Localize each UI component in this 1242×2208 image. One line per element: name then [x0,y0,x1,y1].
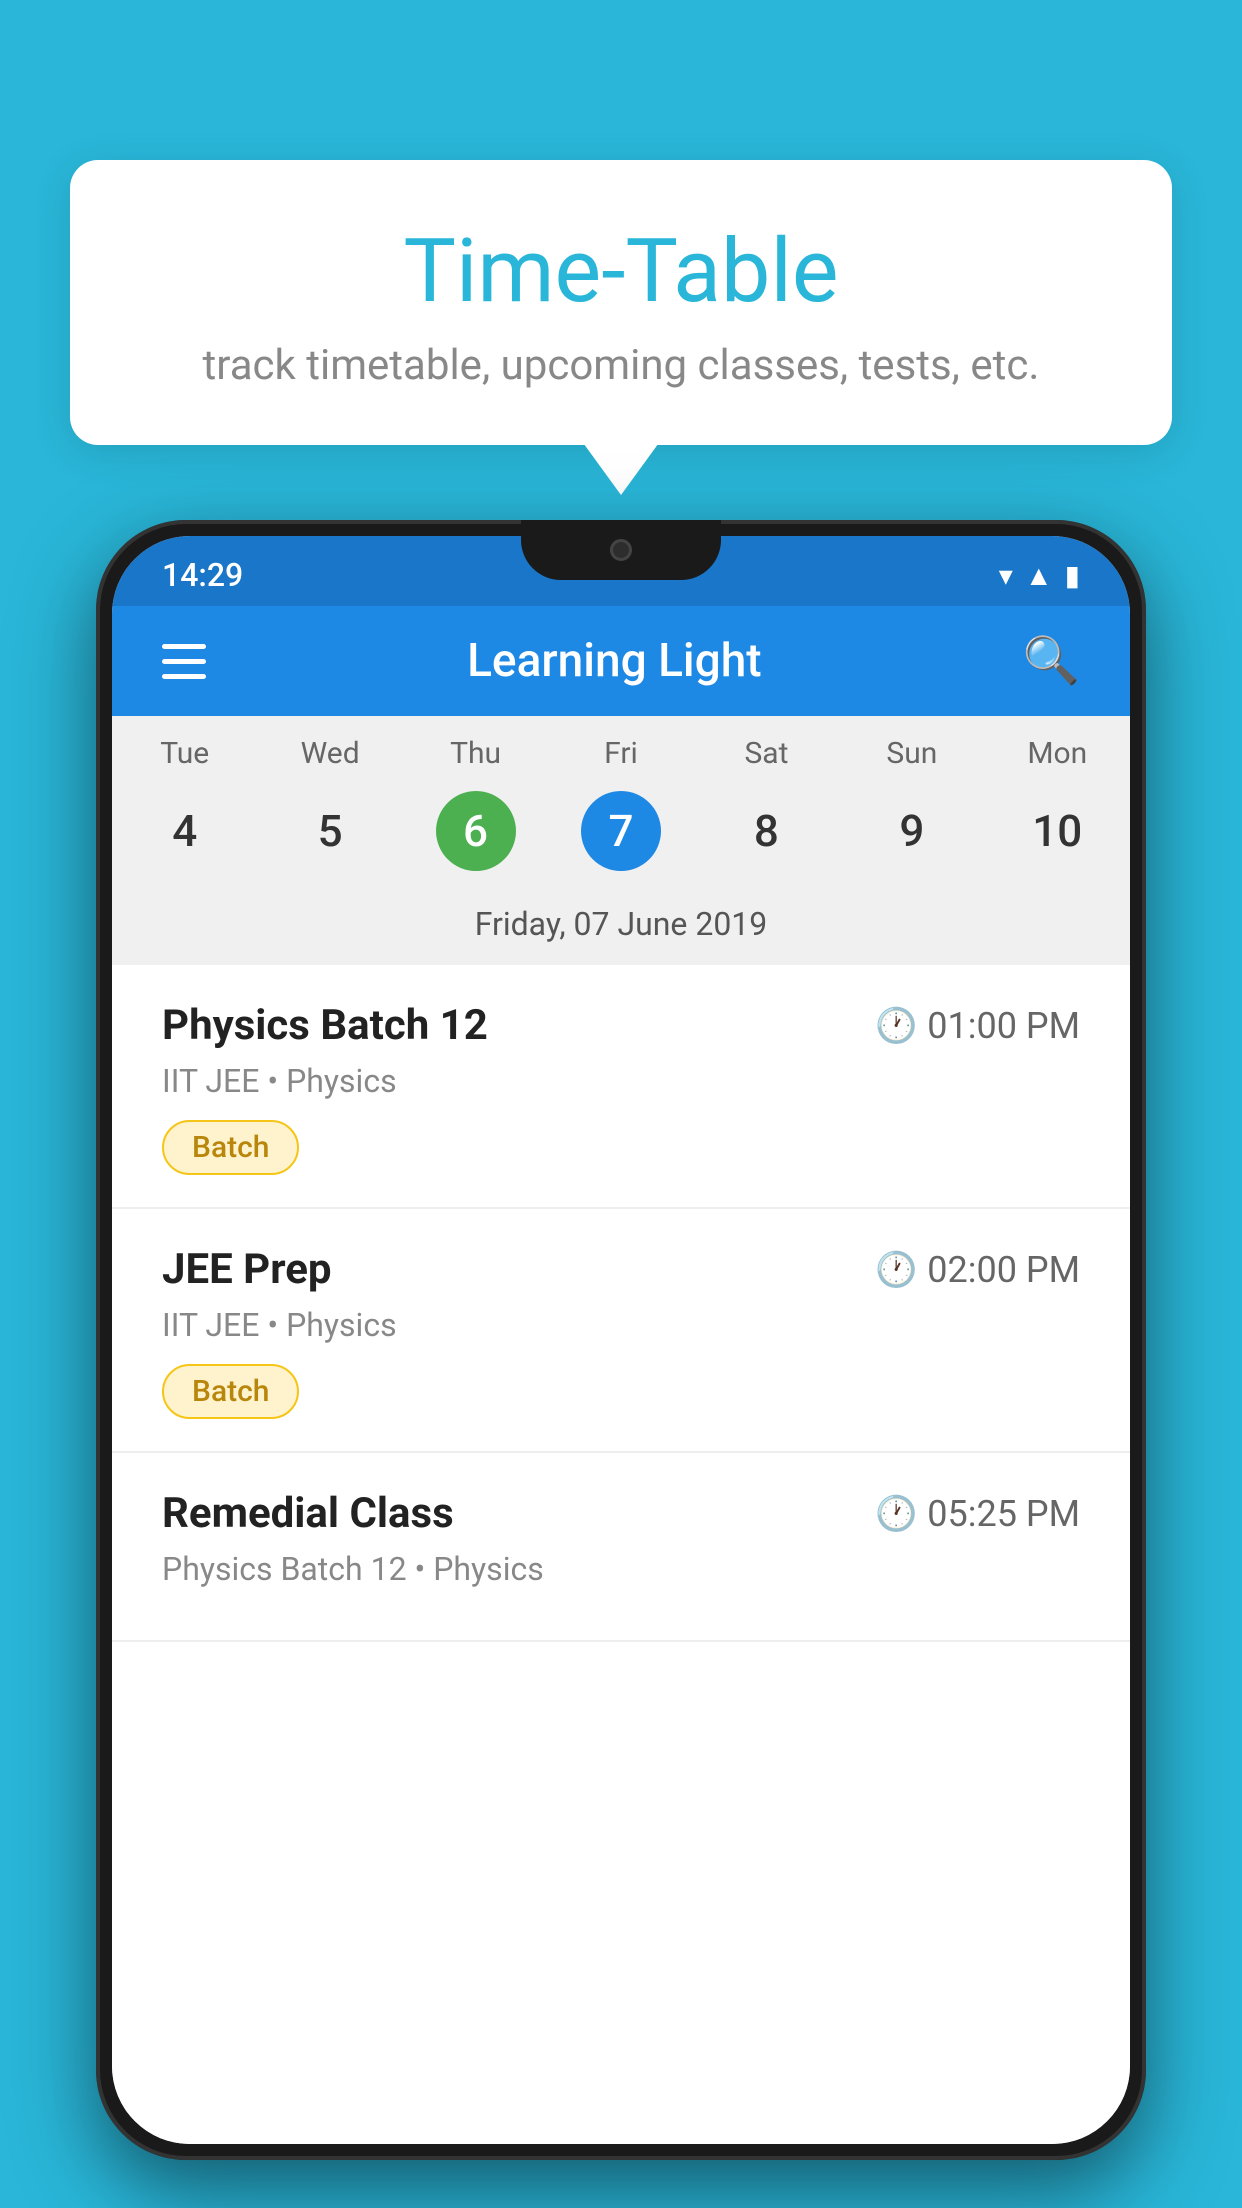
batch-badge: Batch [162,1120,299,1175]
selected-date-label: Friday, 07 June 2019 [112,891,1130,965]
day-number[interactable]: 6 [403,791,548,871]
day-number[interactable]: 7 [548,791,693,871]
day-label: Tue [112,736,257,771]
day-number[interactable]: 4 [112,791,257,871]
schedule-item[interactable]: Remedial Class 🕐 05:25 PM Physics Batch 12… [112,1453,1130,1642]
schedule-list: Physics Batch 12 🕐 01:00 PM IIT JEE • Phys… [112,965,1130,2144]
status-icons: ▾ ▲ ▮ [999,559,1080,592]
clock-icon: 🕐 [875,1494,917,1534]
schedule-subtitle: IIT JEE • Physics [162,1306,1080,1344]
schedule-time: 🕐 01:00 PM [875,1005,1080,1047]
phone-body: 14:29 ▾ ▲ ▮ Learning Light 🔍 TueWe [96,520,1146,2160]
camera [610,539,632,561]
app-bar: Learning Light 🔍 [112,606,1130,716]
day-label: Sun [839,736,984,771]
tooltip-card: Time-Table track timetable, upcoming cla… [70,160,1172,445]
day-number[interactable]: 10 [985,791,1130,871]
schedule-time: 🕐 05:25 PM [875,1493,1080,1535]
days-header: TueWedThuFriSatSunMon [112,716,1130,781]
wifi-icon: ▾ [999,559,1013,592]
clock-icon: 🕐 [875,1250,917,1290]
calendar: TueWedThuFriSatSunMon 45678910 Friday, 0… [112,716,1130,965]
day-label: Mon [985,736,1130,771]
hamburger-menu-icon[interactable] [162,644,206,679]
schedule-subtitle: IIT JEE • Physics [162,1062,1080,1100]
schedule-item[interactable]: Physics Batch 12 🕐 01:00 PM IIT JEE • Phys… [112,965,1130,1209]
day-label: Fri [548,736,693,771]
phone-mockup: 14:29 ▾ ▲ ▮ Learning Light 🔍 TueWe [96,520,1146,2160]
tooltip-subtitle: track timetable, upcoming classes, tests… [130,341,1112,390]
app-title: Learning Light [467,634,762,688]
day-label: Wed [257,736,402,771]
schedule-time: 🕐 02:00 PM [875,1249,1080,1291]
search-button[interactable]: 🔍 [1023,634,1080,688]
days-numbers: 45678910 [112,781,1130,891]
clock-icon: 🕐 [875,1006,917,1046]
schedule-title: JEE Prep [162,1245,332,1294]
battery-icon: ▮ [1065,559,1080,592]
day-number[interactable]: 9 [839,791,984,871]
day-number[interactable]: 8 [694,791,839,871]
day-number[interactable]: 5 [257,791,402,871]
tooltip-title: Time-Table [130,220,1112,323]
batch-badge: Batch [162,1364,299,1419]
schedule-title: Physics Batch 12 [162,1001,488,1050]
phone-notch [521,520,721,580]
schedule-title: Remedial Class [162,1489,454,1538]
signal-icon: ▲ [1025,559,1053,592]
day-label: Sat [694,736,839,771]
day-label: Thu [403,736,548,771]
status-time: 14:29 [162,556,243,594]
schedule-item[interactable]: JEE Prep 🕐 02:00 PM IIT JEE • Physics Batch [112,1209,1130,1453]
schedule-subtitle: Physics Batch 12 • Physics [162,1550,1080,1588]
phone-screen: 14:29 ▾ ▲ ▮ Learning Light 🔍 TueWe [112,536,1130,2144]
